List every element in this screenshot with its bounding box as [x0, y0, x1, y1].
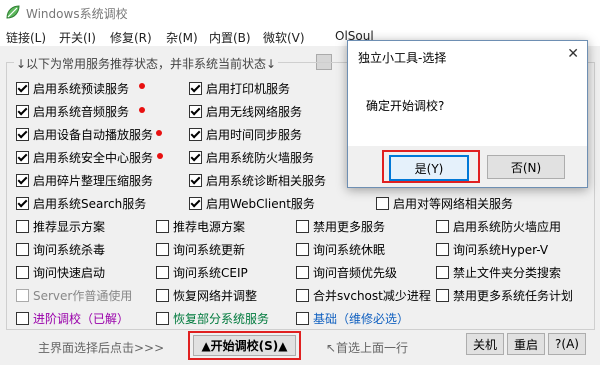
menu-repair[interactable]: 修复(R) [110, 29, 152, 46]
checkbox[interactable] [189, 174, 202, 187]
cb-firewall-app[interactable]: 启用系统防火墙应用 [436, 218, 561, 235]
checkbox[interactable] [16, 174, 29, 187]
title-bar: Windows系统调校 [0, 0, 600, 26]
cb-audio[interactable]: 启用系统音频服务 [16, 103, 129, 120]
cb-ask-fast-startup[interactable]: 询问快速启动 [16, 264, 105, 281]
cb-advanced-tuning[interactable]: 进阶调校（已解） [16, 310, 129, 327]
cb-diagnostics[interactable]: 启用系统诊断相关服务 [189, 172, 326, 189]
menu-microsoft[interactable]: 微软(V) [263, 29, 305, 46]
group-title: ↓以下为常用服务推荐状态，并非系统当前状态↓ [14, 55, 279, 72]
checkbox[interactable] [296, 220, 309, 233]
cb-server-normal[interactable]: Server作普通使用 [16, 287, 132, 304]
cb-timesync[interactable]: 启用时间同步服务 [189, 126, 302, 143]
checkbox[interactable] [436, 243, 449, 256]
checkbox[interactable] [436, 220, 449, 233]
checkbox[interactable] [296, 289, 309, 302]
menu-misc[interactable]: 杂(M) [166, 29, 198, 46]
red-dot-indicator [139, 83, 145, 89]
cb-autoplay[interactable]: 启用设备自动播放服务 [16, 126, 153, 143]
confirm-dialog: 独立小工具-选择 ✕ 确定开始调校? 是(Y) 否(N) [347, 40, 588, 188]
checkbox[interactable] [16, 220, 29, 233]
hint-left: 主界面选择后点击>>> [38, 341, 165, 355]
cb-restore-network[interactable]: 恢复网络并调整 [156, 287, 257, 304]
menu-builtin[interactable]: 内置(B) [209, 29, 251, 46]
red-dot-indicator [139, 107, 145, 113]
no-button[interactable]: 否(N) [487, 155, 565, 179]
checkbox[interactable] [16, 289, 29, 302]
cb-restore-services[interactable]: 恢复部分系统服务 [156, 310, 269, 327]
cb-basic-required[interactable]: 基础（维修必选） [296, 310, 409, 327]
checkbox[interactable] [156, 220, 169, 233]
dialog-message: 确定开始调校? [366, 99, 445, 113]
checkbox[interactable] [16, 266, 29, 279]
about-button[interactable]: ?(A) [548, 333, 586, 355]
checkbox[interactable] [376, 197, 389, 210]
cb-webclient[interactable]: 启用WebClient服务 [189, 195, 315, 212]
cb-defrag[interactable]: 启用碎片整理压缩服务 [16, 172, 153, 189]
cb-printer[interactable]: 启用打印机服务 [189, 80, 290, 97]
shutdown-button[interactable]: 关机 [466, 333, 504, 355]
checkbox[interactable] [189, 197, 202, 210]
checkbox[interactable] [296, 266, 309, 279]
red-dot-indicator [157, 153, 163, 159]
checkbox[interactable] [436, 289, 449, 302]
start-tuning-button[interactable]: ▲开始调校(S)▲ [193, 335, 296, 356]
cb-wireless[interactable]: 启用无线网络服务 [189, 103, 302, 120]
cb-ask-hibernate[interactable]: 询问系统休眠 [296, 241, 385, 258]
cb-security-center[interactable]: 启用系统安全中心服务 [16, 149, 153, 166]
cb-firewall[interactable]: 启用系统防火墙服务 [189, 149, 314, 166]
cb-ask-hyperv[interactable]: 询问系统Hyper-V [436, 241, 548, 258]
checkbox[interactable] [296, 312, 309, 325]
menu-links[interactable]: 链接(L) [6, 29, 46, 46]
cb-merge-svchost[interactable]: 合并svchost减少进程 [296, 287, 431, 304]
cb-power-plan[interactable]: 推荐电源方案 [156, 218, 245, 235]
checkbox[interactable] [156, 266, 169, 279]
checkbox[interactable] [189, 82, 202, 95]
cb-display-plan[interactable]: 推荐显示方案 [16, 218, 105, 235]
checkbox[interactable] [16, 151, 29, 164]
cb-ask-antivirus[interactable]: 询问系统杀毒 [16, 241, 105, 258]
checkbox[interactable] [16, 243, 29, 256]
checkbox[interactable] [16, 128, 29, 141]
checkbox[interactable] [296, 243, 309, 256]
hint-right: ↖首选上面一行 [326, 341, 409, 355]
cb-ask-ceip[interactable]: 询问系统CEIP [156, 264, 248, 281]
checkbox[interactable] [156, 289, 169, 302]
checkbox[interactable] [16, 105, 29, 118]
checkbox[interactable] [16, 312, 29, 325]
checkbox[interactable] [189, 105, 202, 118]
menu-switch[interactable]: 开关(I) [59, 29, 96, 46]
checkbox[interactable] [16, 82, 29, 95]
yes-button[interactable]: 是(Y) [389, 155, 469, 181]
checkbox[interactable] [189, 151, 202, 164]
cb-p2p[interactable]: 启用对等网络相关服务 [376, 195, 513, 212]
cb-no-folder-type-search[interactable]: 禁止文件夹分类搜索 [436, 264, 561, 281]
checkbox[interactable] [189, 128, 202, 141]
close-icon[interactable]: ✕ [567, 46, 579, 62]
cb-disable-more-services[interactable]: 禁用更多服务 [296, 218, 385, 235]
app-leaf-icon [6, 5, 20, 19]
checkbox[interactable] [436, 266, 449, 279]
cb-ask-audio-priority[interactable]: 询问音频优先级 [296, 264, 397, 281]
cb-prefetch[interactable]: 启用系统预读服务 [16, 80, 129, 97]
cb-ask-update[interactable]: 询问系统更新 [156, 241, 245, 258]
restart-button[interactable]: 重启 [507, 333, 545, 355]
checkbox[interactable] [16, 197, 29, 210]
window-title: Windows系统调校 [26, 7, 128, 21]
red-dot-indicator [156, 130, 162, 136]
cb-search[interactable]: 启用系统Search服务 [16, 195, 146, 212]
checkbox[interactable] [156, 243, 169, 256]
cb-disable-tasks[interactable]: 禁用更多系统任务计划 [436, 287, 573, 304]
dialog-title: 独立小工具-选择 [358, 51, 447, 65]
checkbox[interactable] [156, 312, 169, 325]
